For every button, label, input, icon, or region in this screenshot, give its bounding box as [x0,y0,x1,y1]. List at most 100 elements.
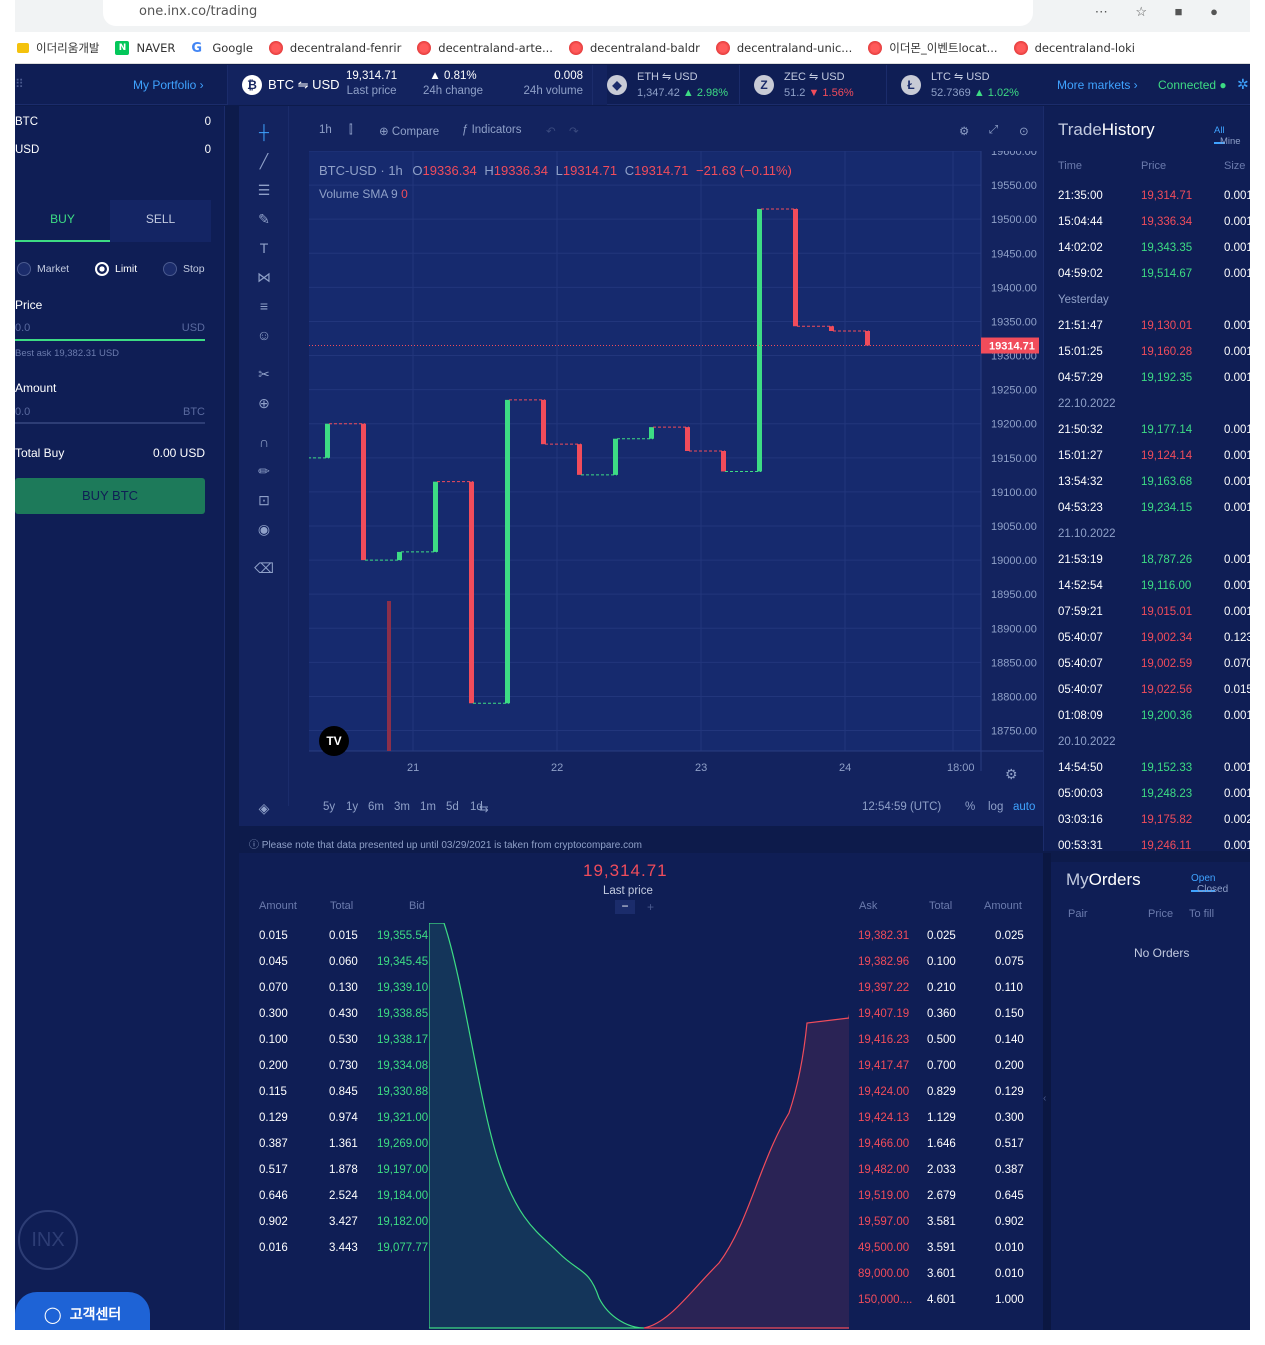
ask-col-amount: Amount [984,900,1022,912]
lock-icon[interactable]: ⊡ [254,492,274,512]
compare-button[interactable]: ⊕ Compare [379,124,439,138]
zoom-in-button[interactable]: + [647,900,654,914]
ask-row[interactable]: 150,000.... 4.601 1.000 [849,1294,1039,1320]
order-type-stop[interactable]: Stop [163,262,205,276]
range-1m[interactable]: 1m [420,801,436,813]
crosshair-icon[interactable]: ┼ [254,124,274,144]
more-markets-link[interactable]: More markets › [1057,78,1138,92]
bid-row[interactable]: 0.387 1.361 19,269.00 [239,1138,439,1164]
log-toggle[interactable]: log [988,801,1003,813]
layers-icon[interactable]: ◈ [254,800,274,820]
range-6m[interactable]: 6m [368,801,384,813]
range-5d[interactable]: 5d [446,801,459,813]
bookmark-item[interactable]: 이더리움개발 [17,40,99,56]
pattern-icon[interactable]: ⋈ [254,269,274,289]
tab-mine[interactable]: Mine [1220,136,1241,147]
bookmark-item[interactable]: decentraland-unic... [715,40,852,55]
my-portfolio-link[interactable]: My Portfolio › [133,78,204,92]
ask-price: 19,597.00 [858,1216,910,1228]
market-ticker[interactable]: Ł LTC ⇋ USD 52.7369 ▲ 1.02% [886,65,1033,105]
bid-row[interactable]: 0.129 0.974 19,321.00 [239,1112,439,1138]
ask-row[interactable]: 19,466.00 1.646 0.517 [849,1138,1039,1164]
prediction-icon[interactable]: ≡ [254,298,274,318]
auto-toggle[interactable]: auto [1013,801,1035,813]
market-ticker[interactable]: Z ZEC ⇋ USD 51.2 ▼ 1.56% [739,65,886,105]
buy-btc-button[interactable]: BUY BTC [15,478,205,514]
bookmark-item[interactable]: decentraland-loki [1013,40,1135,55]
bid-row[interactable]: 0.200 0.730 19,334.08 [239,1060,439,1086]
zoom-icon[interactable]: ⊕ [254,395,274,415]
ask-row[interactable]: 19,416.23 0.500 0.140 [849,1034,1039,1060]
bookmark-item[interactable]: decentraland-arte... [417,40,553,55]
ask-row[interactable]: 19,482.00 2.033 0.387 [849,1164,1039,1190]
tab-buy[interactable]: BUY [15,200,110,242]
bid-amount: 0.070 [259,982,288,994]
chart-settings-icon[interactable]: ⚙ [959,124,969,138]
zoom-out-button[interactable]: − [615,900,635,914]
ask-row[interactable]: 19,424.00 0.829 0.129 [849,1086,1039,1112]
customer-support-button[interactable]: ◯ 고객센터 [15,1292,150,1330]
range-3m[interactable]: 3m [394,801,410,813]
tab-closed[interactable]: Closed [1197,884,1228,895]
ask-row[interactable]: 49,500.00 3.591 0.010 [849,1242,1039,1268]
fullscreen-icon[interactable]: ⤢ [989,124,998,137]
eye-icon[interactable]: ◉ [254,521,274,541]
bid-row[interactable]: 0.646 2.524 19,184.00 [239,1190,439,1216]
ask-row[interactable]: 19,397.22 0.210 0.110 [849,982,1039,1008]
ruler-icon[interactable]: ✂ [254,366,274,386]
interval-selector[interactable]: 1h [319,124,332,136]
bid-row[interactable]: 0.070 0.130 19,339.10 [239,982,439,1008]
bid-row[interactable]: 0.016 3.443 19,077.77 [239,1242,439,1268]
redo-icon[interactable]: ↷ [569,124,579,138]
y-tick-label: 18850.00 [991,657,1037,669]
bid-row[interactable]: 0.300 0.430 19,338.85 [239,1008,439,1034]
bookmark-item[interactable]: decentraland-baldr [568,40,700,55]
screenshot-icon[interactable]: ⊙ [1019,124,1029,138]
address-bar[interactable]: one.inx.co/trading [103,0,1033,26]
ask-row[interactable]: 19,382.96 0.100 0.075 [849,956,1039,982]
range-1d[interactable]: 1d [470,801,483,813]
market-ticker[interactable]: ◆ ETH ⇋ USD 1,347.42 ▲ 2.98% [592,65,739,105]
bid-row[interactable]: 0.045 0.060 19,345.45 [239,956,439,982]
range-5y[interactable]: 5y [323,801,335,813]
selected-pair[interactable]: ₿ BTC ⇋ USD 19,314.71 Last price ▲ 0.81%… [227,65,607,105]
order-type-limit[interactable]: Limit [95,262,137,276]
bookmark-item[interactable]: N NAVER [115,40,175,55]
brush-icon[interactable]: ✎ [254,211,274,231]
text-icon[interactable]: T [254,240,274,260]
bookmark-item[interactable]: decentraland-fenrir [268,40,401,55]
order-type-market[interactable]: Market [17,262,69,276]
percent-toggle[interactable]: % [965,801,975,813]
bid-row[interactable]: 0.015 0.015 19,355.54 [239,930,439,956]
tab-sell[interactable]: SELL [110,200,211,242]
ask-row[interactable]: 19,424.13 1.129 0.300 [849,1112,1039,1138]
lock-drawing-icon[interactable]: ✏ [254,463,274,483]
candlestick-chart[interactable]: 19600.00 19550.00 19500.00 19450.00 19400.00… [309,151,1043,771]
axis-settings-icon[interactable]: ⚙ [1005,766,1018,783]
bookmark-item[interactable]: G Google [191,41,253,56]
ask-row[interactable]: 19,597.00 3.581 0.902 [849,1216,1039,1242]
trash-icon[interactable]: ⌫ [254,560,274,580]
ask-row[interactable]: 19,407.19 0.360 0.150 [849,1008,1039,1034]
bid-row[interactable]: 0.115 0.845 19,330.88 [239,1086,439,1112]
bookmark-item[interactable]: 이더몬_이벤트locat... [868,40,998,56]
ask-row[interactable]: 19,417.47 0.700 0.200 [849,1060,1039,1086]
settings-icon[interactable]: ✲ [1237,76,1249,93]
trendline-icon[interactable]: ╱ [254,153,274,173]
bid-row[interactable]: 0.100 0.530 19,338.17 [239,1034,439,1060]
fib-icon[interactable]: ☰ [254,182,274,202]
ask-row[interactable]: 89,000.00 3.601 0.010 [849,1268,1039,1294]
browser-extension-icons[interactable]: ⋯ ☆ ■ ● [1095,4,1230,20]
emoji-icon[interactable]: ☺ [254,327,274,347]
range-1y[interactable]: 1y [346,801,358,813]
drag-handle-icon[interactable]: ⠿ [15,77,24,91]
ask-row[interactable]: 19,382.31 0.025 0.025 [849,930,1039,956]
indicators-button[interactable]: ƒ Indicators [462,124,521,136]
bid-row[interactable]: 0.902 3.427 19,182.00 [239,1216,439,1242]
undo-icon[interactable]: ↶ [546,124,556,138]
panel-splitter[interactable]: ‹ [1043,853,1051,1330]
ask-row[interactable]: 19,519.00 2.679 0.645 [849,1190,1039,1216]
bid-row[interactable]: 0.517 1.878 19,197.00 [239,1164,439,1190]
magnet-icon[interactable]: ∩ [254,434,274,454]
candle-type-icon[interactable]: ⫿ [349,124,353,137]
